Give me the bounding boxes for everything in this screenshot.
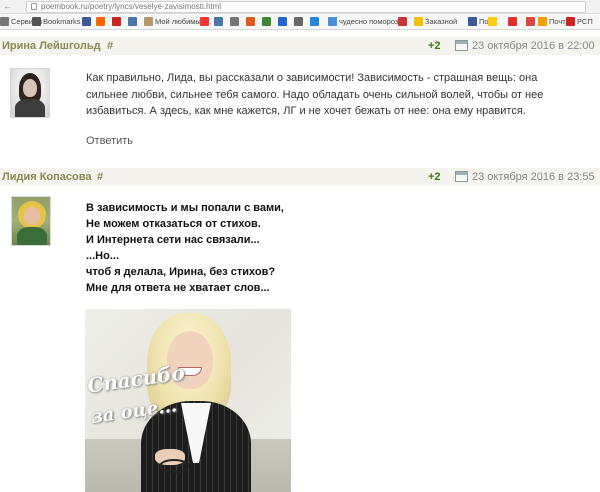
bookmark-favicon-icon (488, 17, 497, 26)
thank-you-image: Спасибо за оце... (85, 309, 291, 492)
bookmark-favicon-icon (262, 17, 271, 26)
comment-author[interactable]: Лидия Копасова (2, 170, 91, 184)
comment-score: +2 (428, 171, 441, 183)
bookmark-favicon-icon (112, 17, 121, 26)
comment-permalink[interactable]: # (107, 39, 113, 53)
bookmark-favicon-icon (294, 17, 303, 26)
bookmark-item[interactable] (128, 16, 139, 28)
comment-header: Ирина Лейшгольд # +2 23 октября 2016 в 2… (0, 37, 600, 55)
calendar-icon (455, 171, 468, 182)
bookmark-item[interactable] (112, 16, 123, 28)
bookmark-item[interactable]: Заказной (414, 16, 457, 28)
bookmark-favicon-icon (0, 17, 9, 26)
poem-line: Не можем отказаться от стихов. (86, 218, 261, 230)
bookmark-favicon-icon (128, 17, 137, 26)
poem-line: В зависимость и мы попали с вами, (86, 202, 284, 214)
bookmark-item[interactable] (508, 16, 519, 28)
comment-date: 23 октября 2016 в 23:55 (472, 171, 595, 183)
avatar[interactable] (10, 68, 50, 118)
bookmark-item[interactable] (262, 16, 273, 28)
bookmark-item[interactable] (246, 16, 257, 28)
bookmark-label: РСП (577, 17, 593, 26)
url-text: poembook.ru/poetry/lyrics/veselye-zavisi… (41, 2, 222, 11)
comment-date: 23 октября 2016 в 22:00 (472, 40, 595, 52)
comment-header: Лидия Копасова # +2 23 октября 2016 в 23… (0, 168, 600, 186)
bookmark-favicon-icon (96, 17, 105, 26)
page-icon (31, 3, 37, 10)
bookmark-favicon-icon (310, 17, 319, 26)
comment-poem: В зависимость и мы попали с вами, Не мож… (86, 200, 386, 296)
bookmark-favicon-icon (414, 17, 423, 26)
bookmark-favicon-icon (82, 17, 91, 26)
bookmark-favicon-icon (398, 17, 407, 26)
bookmark-item[interactable] (310, 16, 321, 28)
bookmark-favicon-icon (538, 17, 547, 26)
bookmark-item[interactable]: РСП (566, 16, 593, 28)
bookmark-item[interactable] (200, 16, 211, 28)
bookmark-label: чудесно поморозки (339, 17, 406, 26)
bookmark-item[interactable] (526, 16, 537, 28)
poem-line: ...Но... (86, 250, 119, 262)
bookmark-item[interactable] (82, 16, 93, 28)
poem-line: И Интернета сети нас связали... (86, 234, 260, 246)
bookmark-favicon-icon (32, 17, 41, 26)
bookmark-item[interactable] (294, 16, 305, 28)
poem-line: чтоб я делала, Ирина, без стихов? (86, 266, 276, 278)
bookmark-favicon-icon (566, 17, 575, 26)
bookmark-item[interactable] (278, 16, 289, 28)
bookmark-item[interactable]: чудесно поморозки (328, 16, 406, 28)
bookmark-item[interactable] (398, 16, 409, 28)
bookmark-item[interactable] (230, 16, 241, 28)
reply-link[interactable]: Ответить (86, 134, 133, 148)
comment-text: Как правильно, Лида, вы рассказали о зав… (86, 72, 544, 117)
comment-author[interactable]: Ирина Лейшгольд (2, 39, 101, 53)
calendar-icon (455, 40, 468, 51)
bookmark-favicon-icon (246, 17, 255, 26)
bookmark-label: Заказной (425, 17, 458, 26)
bookmark-favicon-icon (144, 17, 153, 26)
bookmark-favicon-icon (230, 17, 239, 26)
address-bar: ← poembook.ru/poetry/lyrics/veselye-zavi… (0, 0, 600, 14)
bookmark-item[interactable]: Bookmarks (32, 16, 81, 28)
bookmark-item[interactable] (488, 16, 499, 28)
bookmark-favicon-icon (328, 17, 337, 26)
comment-score: +2 (428, 40, 441, 52)
bookmarks-bar: Сервисы Bookmarks Мой любимый... чудесно по… (0, 14, 600, 30)
poem-line: Мне для ответа не хватает слов... (86, 282, 270, 294)
comment-permalink[interactable]: # (97, 170, 103, 184)
bookmark-favicon-icon (214, 17, 223, 26)
bookmark-favicon-icon (508, 17, 517, 26)
bookmark-label: Bookmarks (43, 17, 81, 26)
url-field[interactable]: poembook.ru/poetry/lyrics/veselye-zavisi… (26, 1, 586, 13)
avatar[interactable] (11, 196, 51, 246)
bookmark-favicon-icon (278, 17, 287, 26)
bookmark-item[interactable] (214, 16, 225, 28)
bookmark-favicon-icon (200, 17, 209, 26)
bookmark-favicon-icon (468, 17, 477, 26)
back-icon[interactable]: ← (3, 1, 13, 12)
bookmark-item[interactable] (96, 16, 107, 28)
bookmark-favicon-icon (526, 17, 535, 26)
